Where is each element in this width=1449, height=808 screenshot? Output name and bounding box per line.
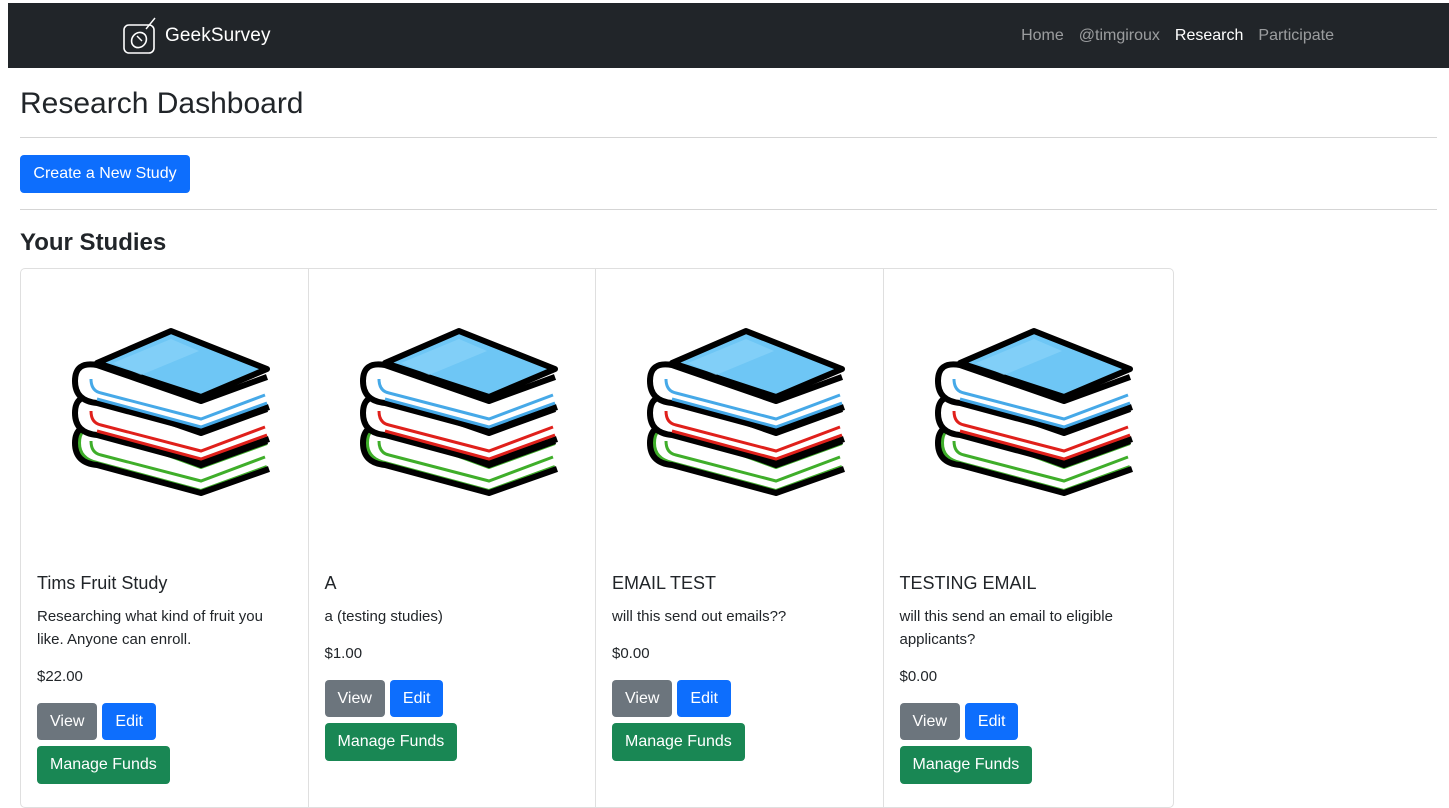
card-body: EMAIL TEST will this send out emails?? $… [612,571,869,761]
study-card: A a (testing studies) $1.00 View Edit Ma… [309,269,596,807]
nav-link-profile[interactable]: @timgiroux [1079,27,1160,45]
card-body: A a (testing studies) $1.00 View Edit Ma… [324,571,582,761]
divider [20,137,1437,138]
edit-button[interactable]: Edit [389,680,444,717]
books-stack-icon [72,328,270,496]
navbar: GeekSurvey Home @timgiroux Research Part… [8,3,1449,68]
create-study-button[interactable]: Create a New Study [20,155,190,193]
study-title: Tims Fruit Study [37,573,168,593]
edit-button[interactable]: Edit [102,703,156,740]
nav-link-participate[interactable]: Participate [1258,27,1334,45]
divider [20,209,1437,210]
mouse-icon [123,17,156,54]
manage-funds-button[interactable]: Manage Funds [899,746,1033,784]
view-button[interactable]: View [324,680,385,717]
study-actions: View Edit [612,680,869,717]
study-price: $0.00 [899,668,938,685]
view-button[interactable]: View [37,703,98,740]
section-title: Your Studies [20,229,167,256]
edit-button[interactable]: Edit [964,703,1019,740]
brand-name: GeekSurvey [165,25,271,46]
study-card: TESTING EMAIL will this send an email to… [884,269,1174,807]
nav-link-research[interactable]: Research [1175,27,1243,45]
view-button[interactable]: View [612,680,673,717]
books-stack-icon [647,328,845,496]
studies-card-group: Tims Fruit Study Researching what kind o… [20,268,1174,808]
page-title: Research Dashboard [20,87,304,120]
manage-funds-button[interactable]: Manage Funds [37,746,170,784]
study-title: TESTING EMAIL [899,573,1037,593]
nav-link-home[interactable]: Home [1021,27,1064,45]
books-stack-icon [359,328,558,496]
study-title: A [324,573,337,593]
study-price: $22.00 [37,668,83,685]
study-description: will this send out emails?? [612,608,787,625]
manage-funds-button[interactable]: Manage Funds [324,723,458,761]
manage-funds-button[interactable]: Manage Funds [612,723,745,761]
study-actions: View Edit [899,703,1160,740]
card-body: Tims Fruit Study Researching what kind o… [37,571,294,784]
study-card: EMAIL TEST will this send out emails?? $… [596,269,884,807]
view-button[interactable]: View [899,703,960,740]
study-title: EMAIL TEST [612,573,717,593]
study-description: Researching what kind of fruit you like.… [37,608,263,648]
study-actions: View Edit [324,680,582,717]
study-card: Tims Fruit Study Researching what kind o… [21,269,309,807]
books-stack-icon [934,328,1133,496]
study-price: $0.00 [612,645,650,662]
card-body: TESTING EMAIL will this send an email to… [899,571,1160,784]
study-description: will this send an email to eligible appl… [899,608,1113,648]
study-actions: View Edit [37,703,294,740]
study-description: a (testing studies) [324,608,443,625]
brand-link[interactable]: GeekSurvey [122,17,271,54]
nav-links: Home @timgiroux Research Participate [1021,3,1334,68]
study-price: $1.00 [324,645,363,662]
edit-button[interactable]: Edit [677,680,731,717]
